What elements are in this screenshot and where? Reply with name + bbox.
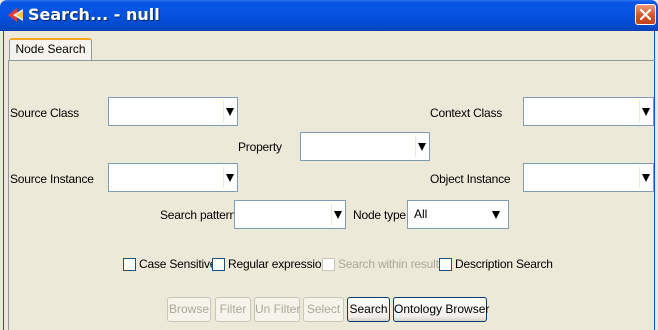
browse-button[interactable]: Browse <box>167 297 211 322</box>
regular-expression-checkbox[interactable] <box>212 258 225 271</box>
un-filter-button[interactable]: Un Filter <box>254 297 300 322</box>
filter-button[interactable]: Filter <box>215 297 251 322</box>
chevron-down-icon <box>226 108 234 116</box>
search-within-results-checkbox[interactable] <box>322 258 335 271</box>
source-instance-label: Source Instance <box>10 172 94 186</box>
node-type-label: Node type: <box>353 208 410 222</box>
chevron-down-icon <box>226 174 234 182</box>
object-instance-combo[interactable] <box>523 163 654 192</box>
source-class-combo[interactable] <box>108 97 238 126</box>
node-type-value: All <box>414 207 428 221</box>
case-sensitive-checkbox[interactable] <box>123 258 136 271</box>
chevron-down-icon <box>642 174 650 182</box>
chevron-down-icon <box>418 143 426 151</box>
select-button[interactable]: Select <box>303 297 344 322</box>
close-icon <box>639 8 652 21</box>
title-bar[interactable]: Search... - null <box>0 0 658 31</box>
source-class-label: Source Class <box>10 106 79 120</box>
regular-expression-label: Regular expression <box>228 257 328 271</box>
window-title: Search... - null <box>28 5 160 24</box>
node-type-combo[interactable]: All <box>407 200 509 229</box>
search-pattern-combo[interactable] <box>234 200 346 229</box>
source-instance-combo[interactable] <box>108 163 238 192</box>
chevron-down-icon <box>642 108 650 116</box>
chevron-down-icon <box>492 211 500 219</box>
ontology-browser-button[interactable]: Ontology Browser <box>393 297 489 322</box>
chevron-down-icon <box>334 211 342 219</box>
search-pattern-label: Search pattern: <box>160 208 240 222</box>
search-button[interactable]: Search <box>347 297 390 322</box>
property-label: Property <box>238 140 282 154</box>
description-search-checkbox[interactable] <box>439 258 452 271</box>
description-search-label: Description Search <box>455 257 553 271</box>
property-combo[interactable] <box>300 132 430 161</box>
context-class-combo[interactable] <box>523 97 654 126</box>
case-sensitive-label: Case Sensitive <box>139 257 217 271</box>
search-within-results-label: Search within results <box>338 257 445 271</box>
close-button[interactable] <box>635 4 656 25</box>
context-class-label: Context Class <box>430 106 503 120</box>
object-instance-label: Object Instance <box>430 172 511 186</box>
search-dialog: Search... - null Node Search Source Clas… <box>0 0 658 330</box>
tab-node-search[interactable]: Node Search <box>9 38 92 60</box>
app-icon <box>7 6 25 24</box>
